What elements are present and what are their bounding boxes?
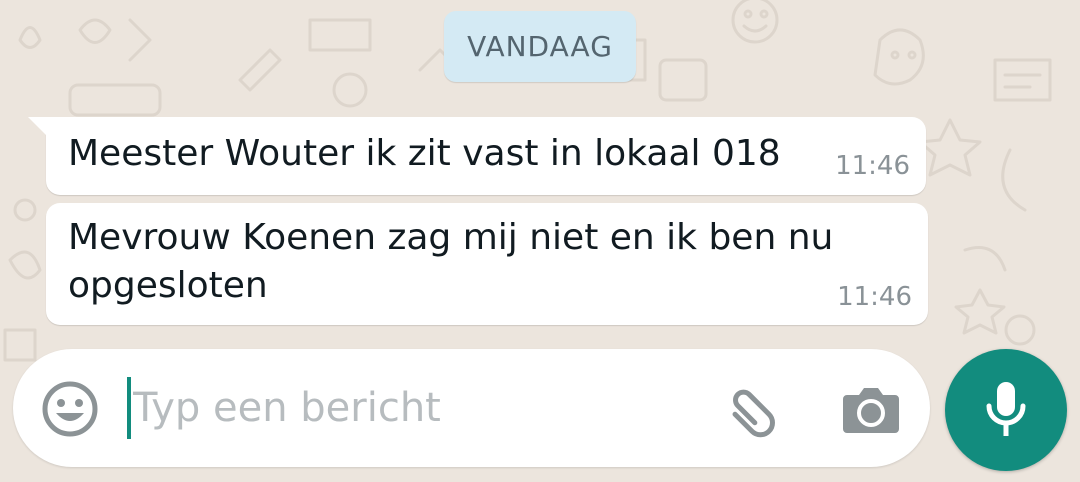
camera-icon — [843, 388, 899, 433]
message-line: opgesloten — [68, 265, 268, 306]
camera-button[interactable] — [843, 383, 899, 435]
message-text: Meester Wouter ik zit vast in lokaal 018 — [68, 130, 781, 178]
message-text: Mevrouw Koenen zag mij niet en ik ben nu… — [68, 214, 833, 310]
message-composer — [13, 349, 930, 467]
emoji-button[interactable] — [41, 380, 99, 438]
message-line: Meester Wouter ik zit vast in lokaal 018 — [68, 133, 781, 174]
incoming-message-bubble[interactable]: Meester Wouter ik zit vast in lokaal 018… — [28, 117, 926, 195]
message-input[interactable] — [133, 375, 693, 441]
emoji-icon — [42, 381, 98, 437]
attach-button[interactable] — [723, 381, 781, 439]
message-timestamp: 11:46 — [837, 282, 912, 312]
microphone-icon — [986, 382, 1026, 436]
bubble-tail — [28, 117, 46, 135]
date-divider-label: VANDAAG — [467, 30, 613, 63]
incoming-message-bubble[interactable]: Mevrouw Koenen zag mij niet en ik ben nu… — [46, 203, 928, 325]
text-cursor — [127, 377, 131, 439]
voice-record-button[interactable] — [945, 349, 1067, 471]
message-line: Mevrouw Koenen zag mij niet en ik ben nu — [68, 217, 834, 258]
message-timestamp: 11:46 — [835, 151, 910, 181]
date-divider-chip: VANDAAG — [444, 11, 636, 82]
paperclip-icon — [732, 389, 775, 438]
